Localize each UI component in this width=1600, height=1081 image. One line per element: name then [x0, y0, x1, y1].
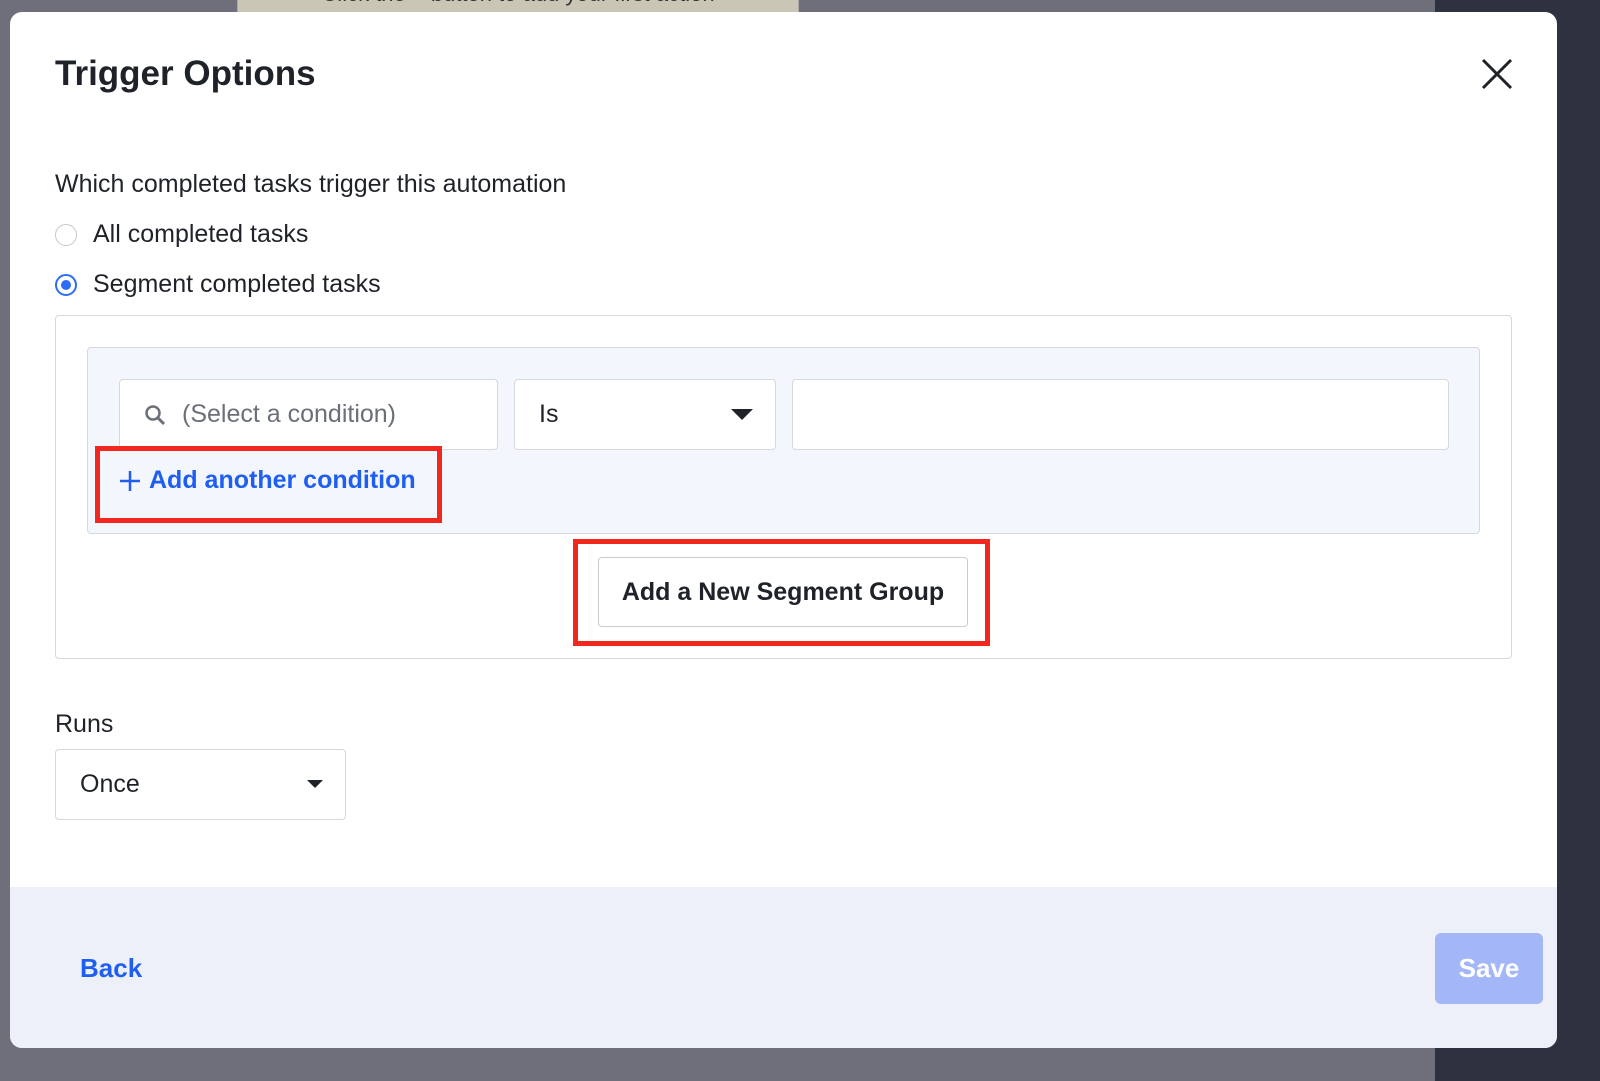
radio-selected-icon	[55, 273, 77, 296]
trigger-question: Which completed tasks trigger this autom…	[55, 170, 567, 198]
caret-down-icon	[731, 409, 753, 420]
operator-select[interactable]: Is	[514, 379, 776, 450]
radio-all-completed-tasks[interactable]: All completed tasks	[55, 220, 308, 249]
caret-down-icon	[307, 780, 323, 788]
radio-segment-completed-tasks[interactable]: Segment completed tasks	[55, 270, 381, 299]
highlight-box	[573, 539, 990, 646]
runs-select[interactable]: Once	[55, 749, 346, 820]
runs-value: Once	[80, 770, 140, 798]
condition-placeholder: (Select a condition)	[182, 400, 397, 428]
modal-footer: Back Save	[10, 887, 1557, 1048]
condition-search-input[interactable]: (Select a condition)	[119, 379, 498, 450]
search-icon	[145, 404, 166, 425]
back-button[interactable]: Back	[80, 953, 142, 984]
trigger-options-modal: Trigger Options Which completed tasks tr…	[10, 12, 1557, 1048]
modal-title: Trigger Options	[55, 54, 316, 93]
condition-value-input[interactable]	[792, 379, 1449, 450]
operator-value: Is	[539, 400, 559, 428]
radio-unselected-icon	[55, 223, 77, 246]
close-icon[interactable]	[1480, 57, 1514, 91]
radio-label: Segment completed tasks	[93, 270, 381, 298]
radio-label: All completed tasks	[93, 220, 309, 248]
runs-label: Runs	[55, 710, 114, 738]
save-button[interactable]: Save	[1435, 933, 1543, 1004]
highlight-box	[95, 446, 442, 523]
